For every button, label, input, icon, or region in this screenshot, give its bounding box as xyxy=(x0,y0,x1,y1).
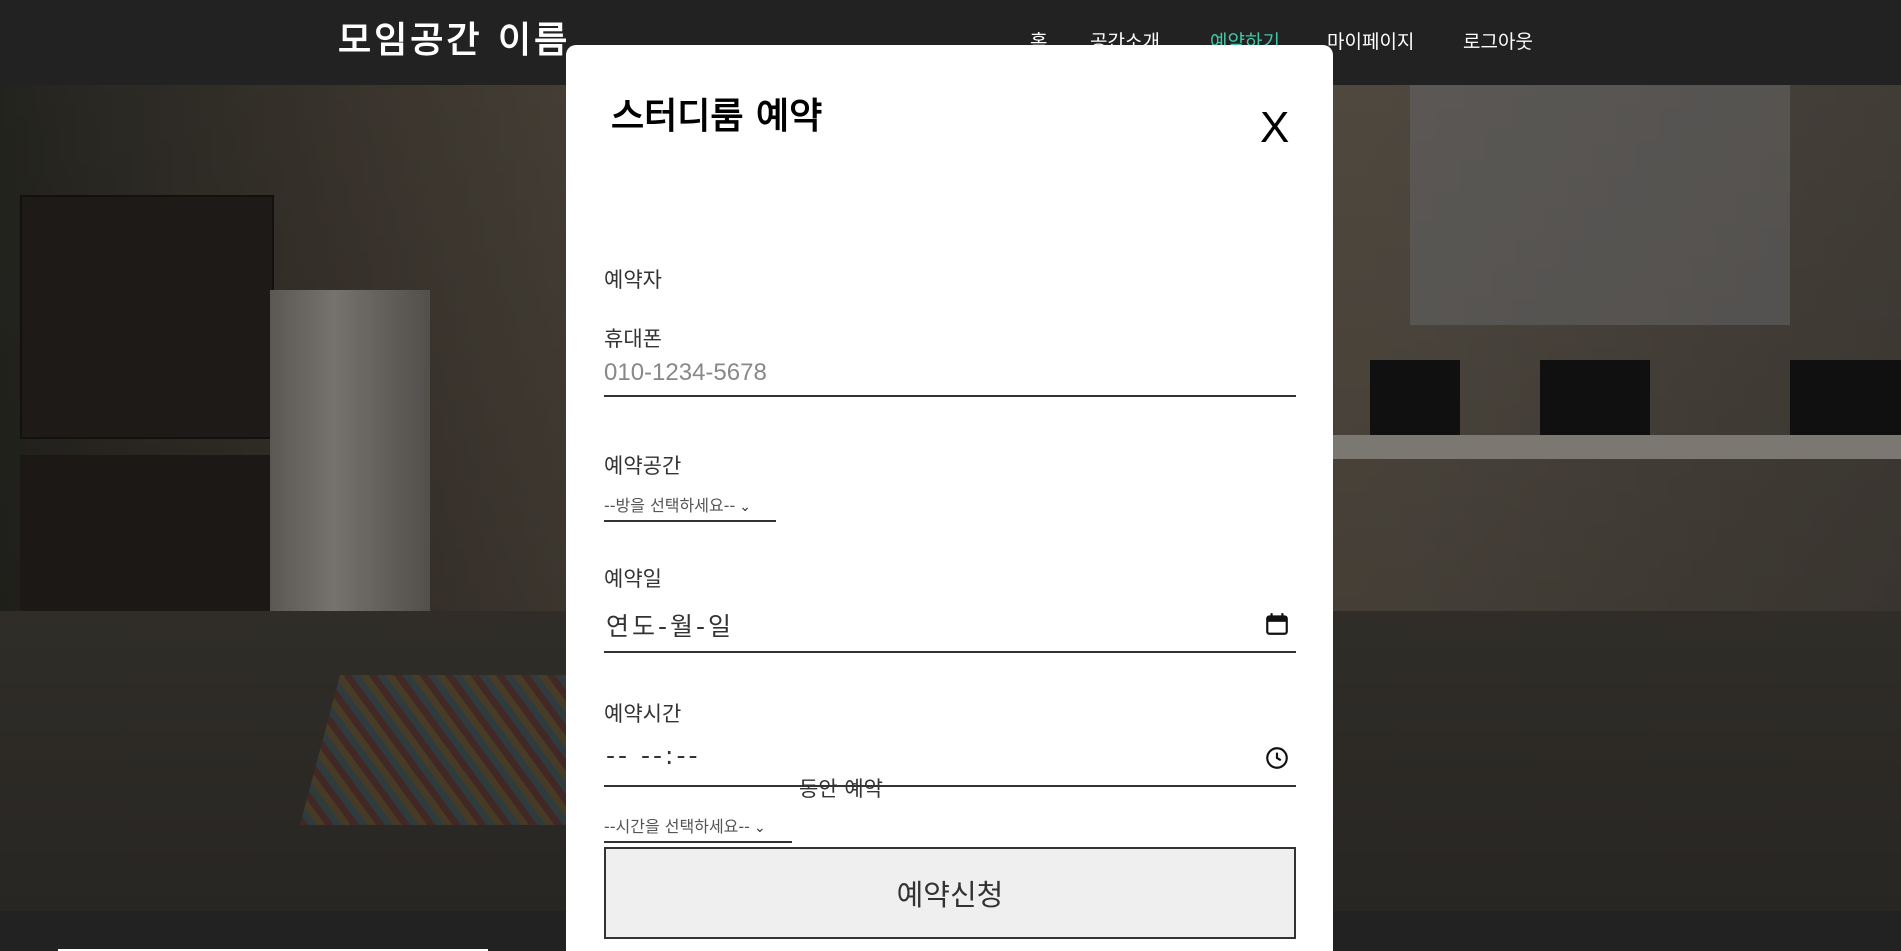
duration-suffix-text: 동안 예약 xyxy=(799,777,883,801)
close-button[interactable]: X xyxy=(1260,103,1289,153)
space-label: 예약공간 xyxy=(604,454,682,478)
submit-reservation-button[interactable]: 예약신청 xyxy=(604,847,1296,939)
clock-icon[interactable] xyxy=(1264,745,1290,771)
date-label: 예약일 xyxy=(604,567,662,591)
phone-label: 휴대폰 xyxy=(604,327,662,351)
nav-mypage[interactable]: 마이페이지 xyxy=(1327,28,1414,56)
chevron-down-icon: ⌄ xyxy=(753,820,766,836)
reservation-modal: 스터디룸 예약 X 예약자 휴대폰 예약공간 --방을 선택하세요--⌄ 예약일… xyxy=(566,45,1333,951)
space-select-value: --방을 선택하세요-- xyxy=(604,496,736,515)
duration-select[interactable]: --시간을 선택하세요-- ⌄ xyxy=(604,815,792,843)
time-placeholder: -- --:-- xyxy=(606,741,701,770)
phone-input[interactable] xyxy=(604,351,1296,397)
nav-logout[interactable]: 로그아웃 xyxy=(1463,28,1533,56)
site-brand[interactable]: 모임공간 이름 xyxy=(338,18,570,64)
duration-select-value: --시간을 선택하세요-- xyxy=(604,817,750,836)
time-label: 예약시간 xyxy=(604,702,682,726)
time-input[interactable]: -- --:-- xyxy=(604,731,1296,787)
calendar-icon[interactable] xyxy=(1264,611,1290,637)
reserver-label: 예약자 xyxy=(604,268,662,292)
chevron-down-icon: ⌄ xyxy=(739,499,751,515)
space-select[interactable]: --방을 선택하세요-- ⌄ xyxy=(604,494,776,522)
modal-title: 스터디룸 예약 xyxy=(611,96,823,137)
date-placeholder: 연도-월-일 xyxy=(606,612,735,641)
date-input[interactable]: 연도-월-일 xyxy=(604,597,1296,653)
